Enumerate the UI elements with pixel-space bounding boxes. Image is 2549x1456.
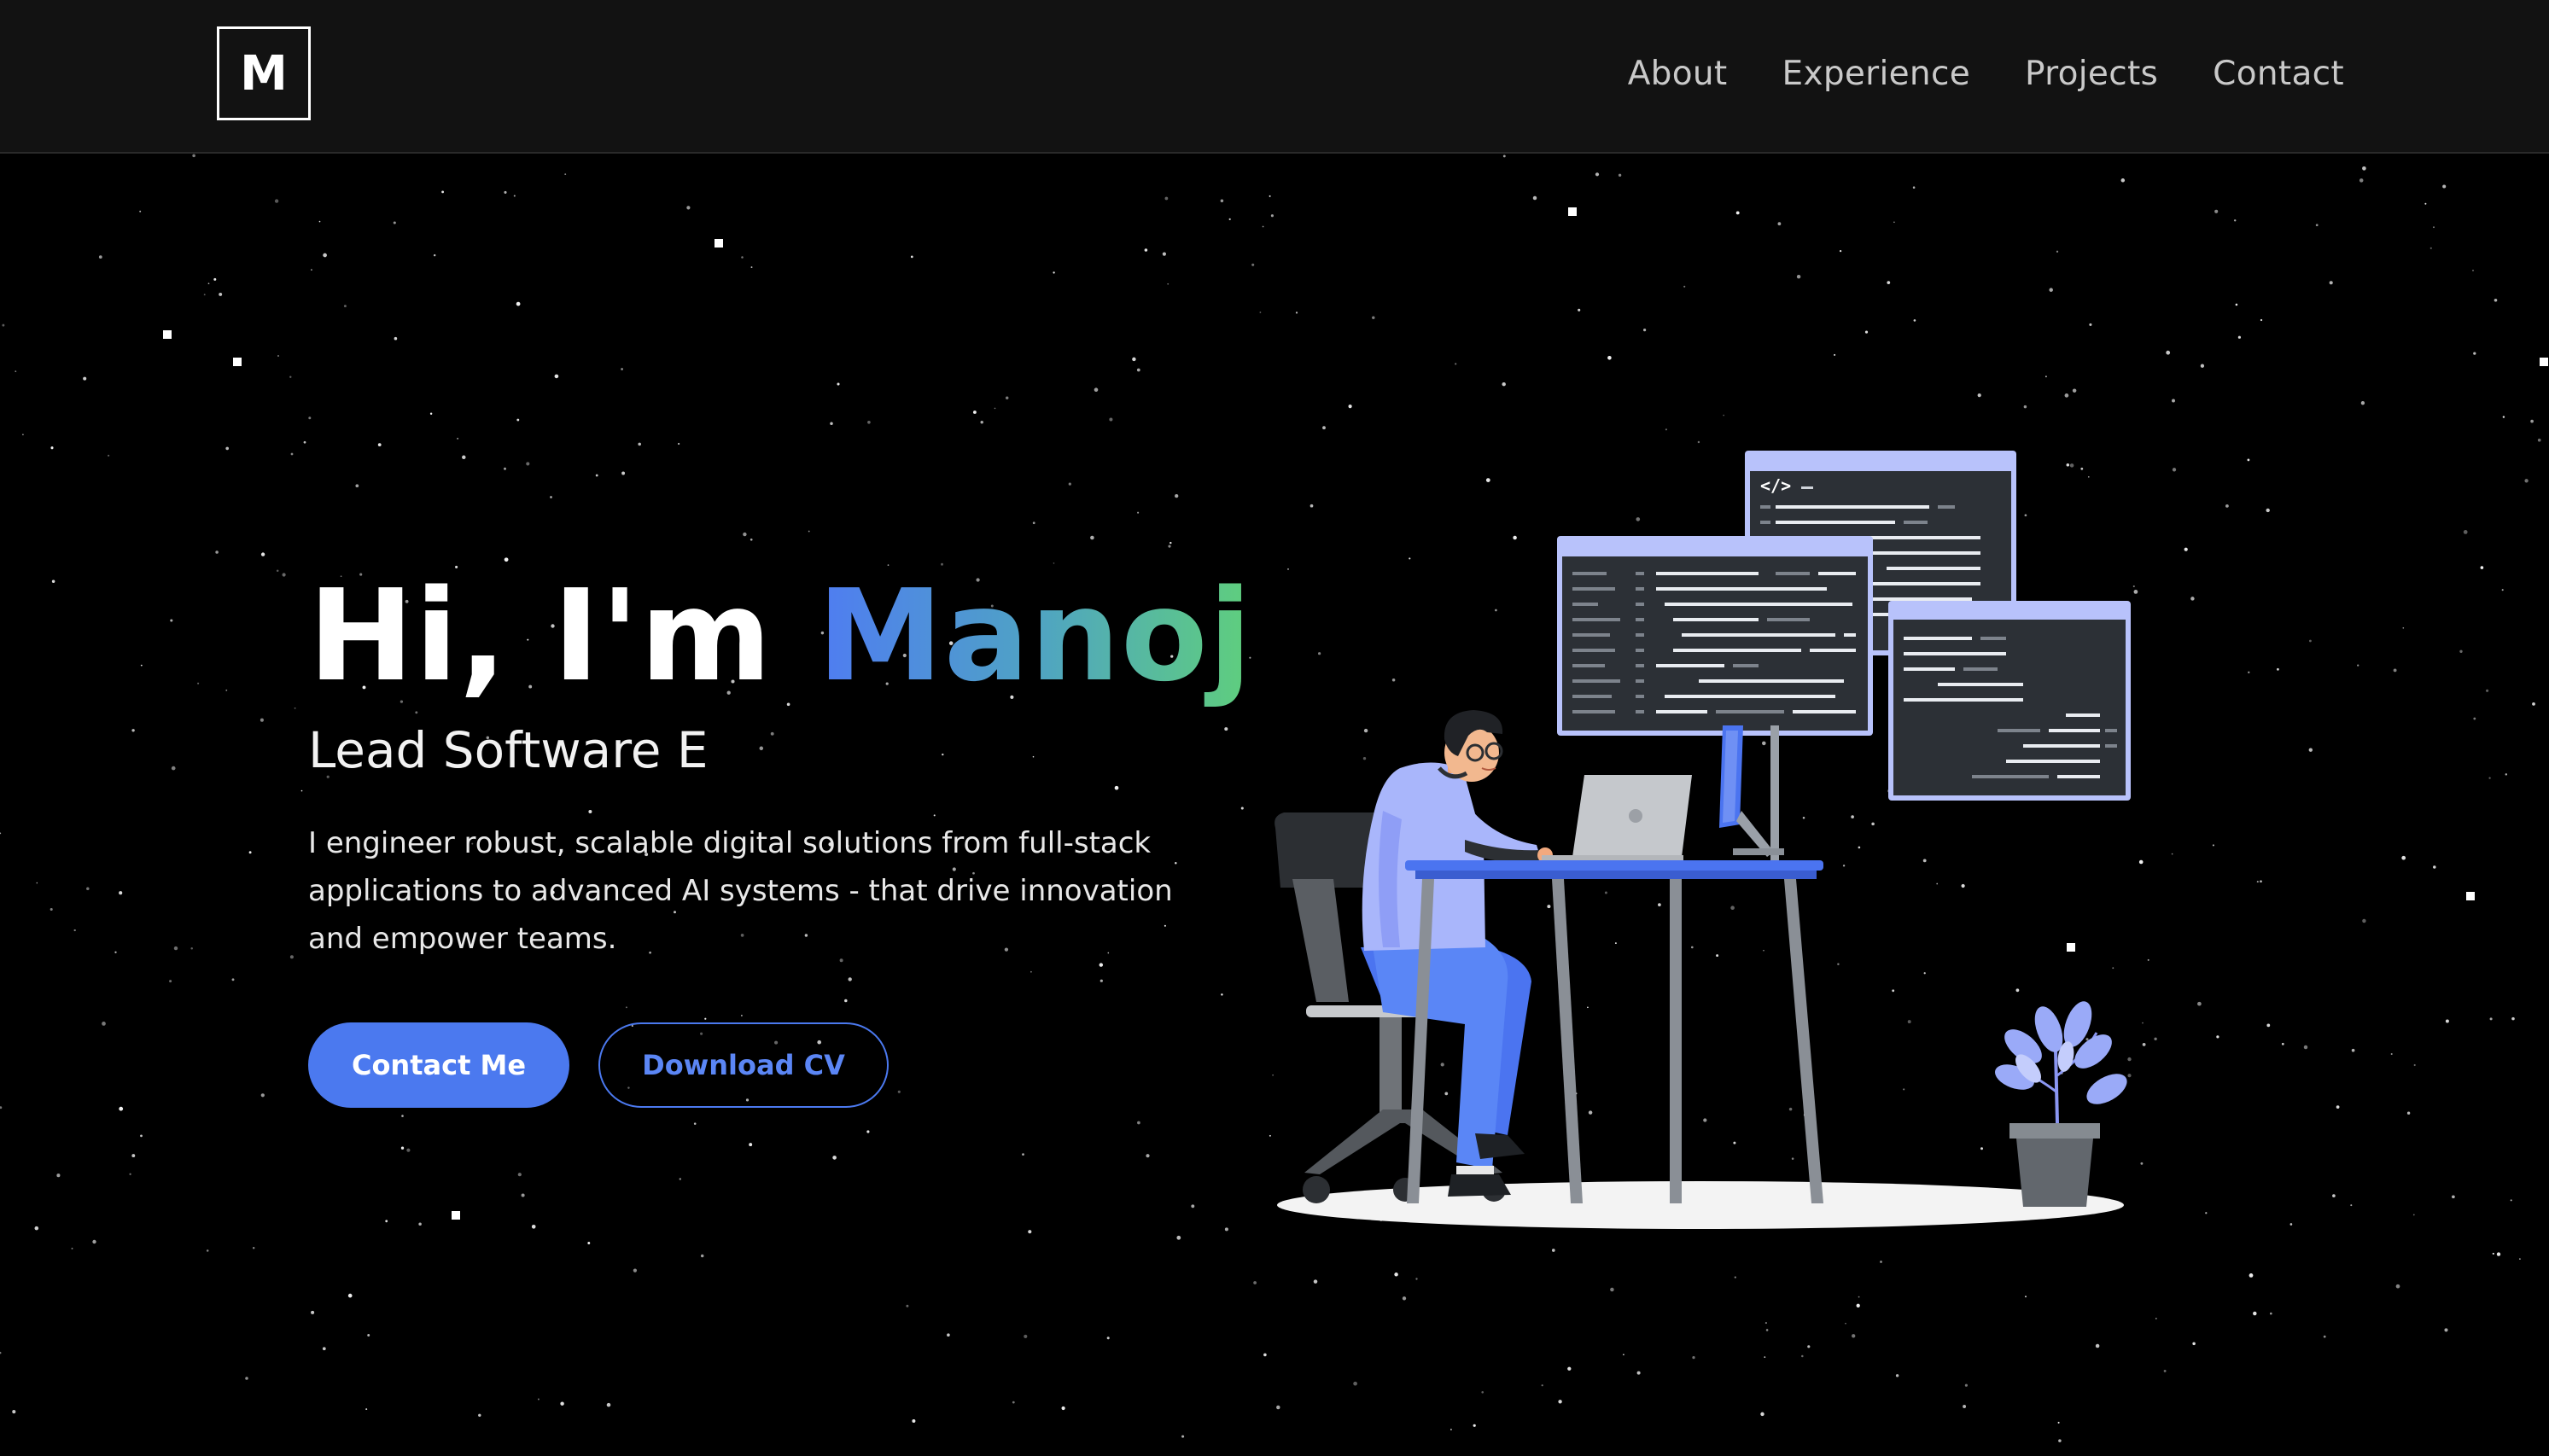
code-window-right	[1888, 601, 2131, 801]
code-tag-icon: </>	[1760, 475, 1791, 496]
hero-role-typing: Lead Software E	[308, 721, 709, 779]
laptop	[1542, 775, 1692, 862]
logo-m-icon[interactable]: M	[217, 26, 311, 120]
hero-title: Hi, I'm Manoj	[308, 562, 1251, 709]
developer-at-desk-illustration: </>	[1274, 451, 2131, 1229]
nav-link-experience[interactable]: Experience	[1782, 55, 1971, 93]
hero-description: I engineer robust, scalable digital solu…	[308, 826, 1173, 956]
nav-link-projects[interactable]: Projects	[2025, 55, 2158, 93]
desktop-monitor	[1719, 725, 1784, 862]
potted-plant	[1995, 1001, 2127, 1207]
nav-link-about[interactable]: About	[1628, 55, 1728, 93]
hero-greeting: Hi, I'm	[308, 562, 818, 709]
download-cv-button[interactable]: Download CV	[598, 1022, 889, 1108]
main-nav: About Experience Projects Contact	[1628, 0, 2344, 147]
top-navbar: M About Experience Projects Contact	[0, 0, 2549, 154]
nav-link-contact[interactable]: Contact	[2213, 55, 2344, 93]
hero-section: Hi, I'm Manoj Lead Software E I engineer…	[308, 562, 1251, 1108]
code-window-front	[1557, 536, 1873, 736]
hero-buttons: Contact Me Download CV	[308, 1022, 1247, 1108]
contact-me-button[interactable]: Contact Me	[308, 1022, 569, 1108]
hero-name: Manoj	[817, 562, 1253, 709]
portfolio-page: M About Experience Projects Contact Hi, …	[0, 0, 2549, 1456]
